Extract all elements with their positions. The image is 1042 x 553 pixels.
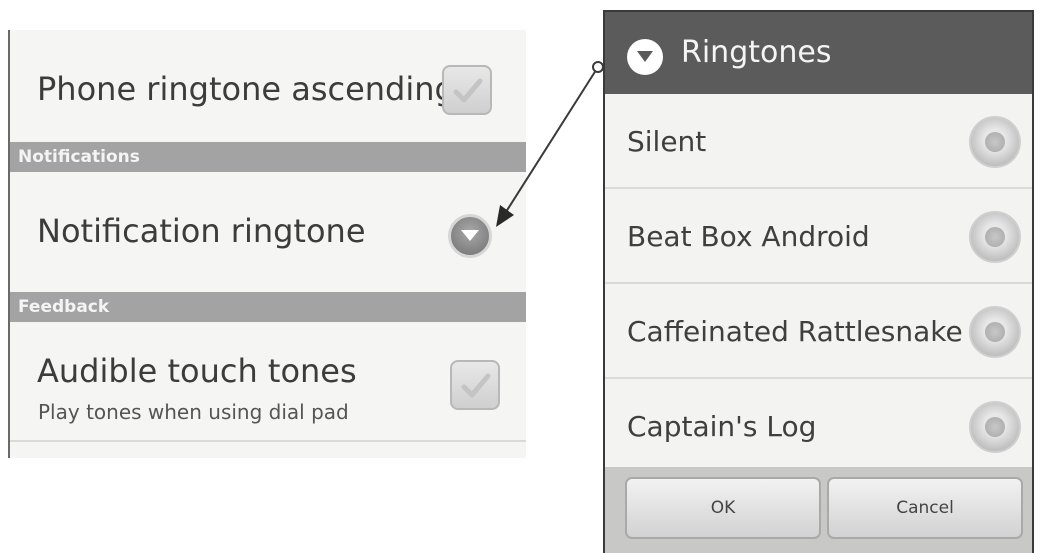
radio-button[interactable] xyxy=(969,116,1021,168)
radio-button[interactable] xyxy=(969,306,1021,358)
audible-touch-tones-checkbox[interactable] xyxy=(450,360,500,410)
row-divider xyxy=(10,440,526,442)
pref-notification-ringtone[interactable]: Notification ringtone xyxy=(10,172,526,292)
ringtone-item-caffeinated-rattlesnake[interactable]: Caffeinated Rattlesnake xyxy=(605,284,1032,379)
category-notifications: Notifications xyxy=(10,142,526,172)
dialog-icon xyxy=(627,39,663,75)
ringtone-item-beat-box-android[interactable]: Beat Box Android xyxy=(605,189,1032,284)
radio-button[interactable] xyxy=(969,401,1021,453)
ringtone-item-captains-log[interactable]: Captain's Log xyxy=(605,379,1032,474)
pref-title: Audible touch tones xyxy=(37,352,357,390)
pref-title: Phone ringtone ascending xyxy=(37,70,455,108)
settings-panel: Phone ringtone ascending Notifications N… xyxy=(8,30,526,458)
pref-audible-touch-tones[interactable]: Audible touch tones Play tones when usin… xyxy=(10,322,526,440)
dialog-title: Ringtones xyxy=(681,35,832,70)
checkmark-icon xyxy=(461,373,491,398)
ringtone-label: Beat Box Android xyxy=(627,220,870,253)
ringtone-item-silent[interactable]: Silent xyxy=(605,94,1032,189)
cancel-button[interactable]: Cancel xyxy=(827,477,1023,539)
ringtone-label: Caffeinated Rattlesnake xyxy=(627,315,963,348)
ok-button[interactable]: OK xyxy=(625,477,821,539)
dialog-header: Ringtones xyxy=(605,12,1032,94)
chevron-down-icon xyxy=(637,51,653,62)
category-label: Notifications xyxy=(18,147,140,167)
pref-summary: Play tones when using dial pad xyxy=(38,400,349,424)
chevron-down-icon xyxy=(461,230,479,241)
dialog-button-bar: OK Cancel xyxy=(605,467,1032,553)
ringtones-dialog: Ringtones Silent Beat Box Android Caffei… xyxy=(605,12,1032,553)
arrow-icon xyxy=(496,61,604,227)
pref-title: Notification ringtone xyxy=(37,212,366,250)
category-feedback: Feedback xyxy=(10,292,526,322)
category-label: Feedback xyxy=(18,297,110,317)
pref-phone-ringtone-ascending[interactable]: Phone ringtone ascending xyxy=(10,30,526,160)
ringtone-label: Silent xyxy=(627,125,707,158)
radio-button[interactable] xyxy=(969,211,1021,263)
ringtone-label: Captain's Log xyxy=(627,410,817,443)
